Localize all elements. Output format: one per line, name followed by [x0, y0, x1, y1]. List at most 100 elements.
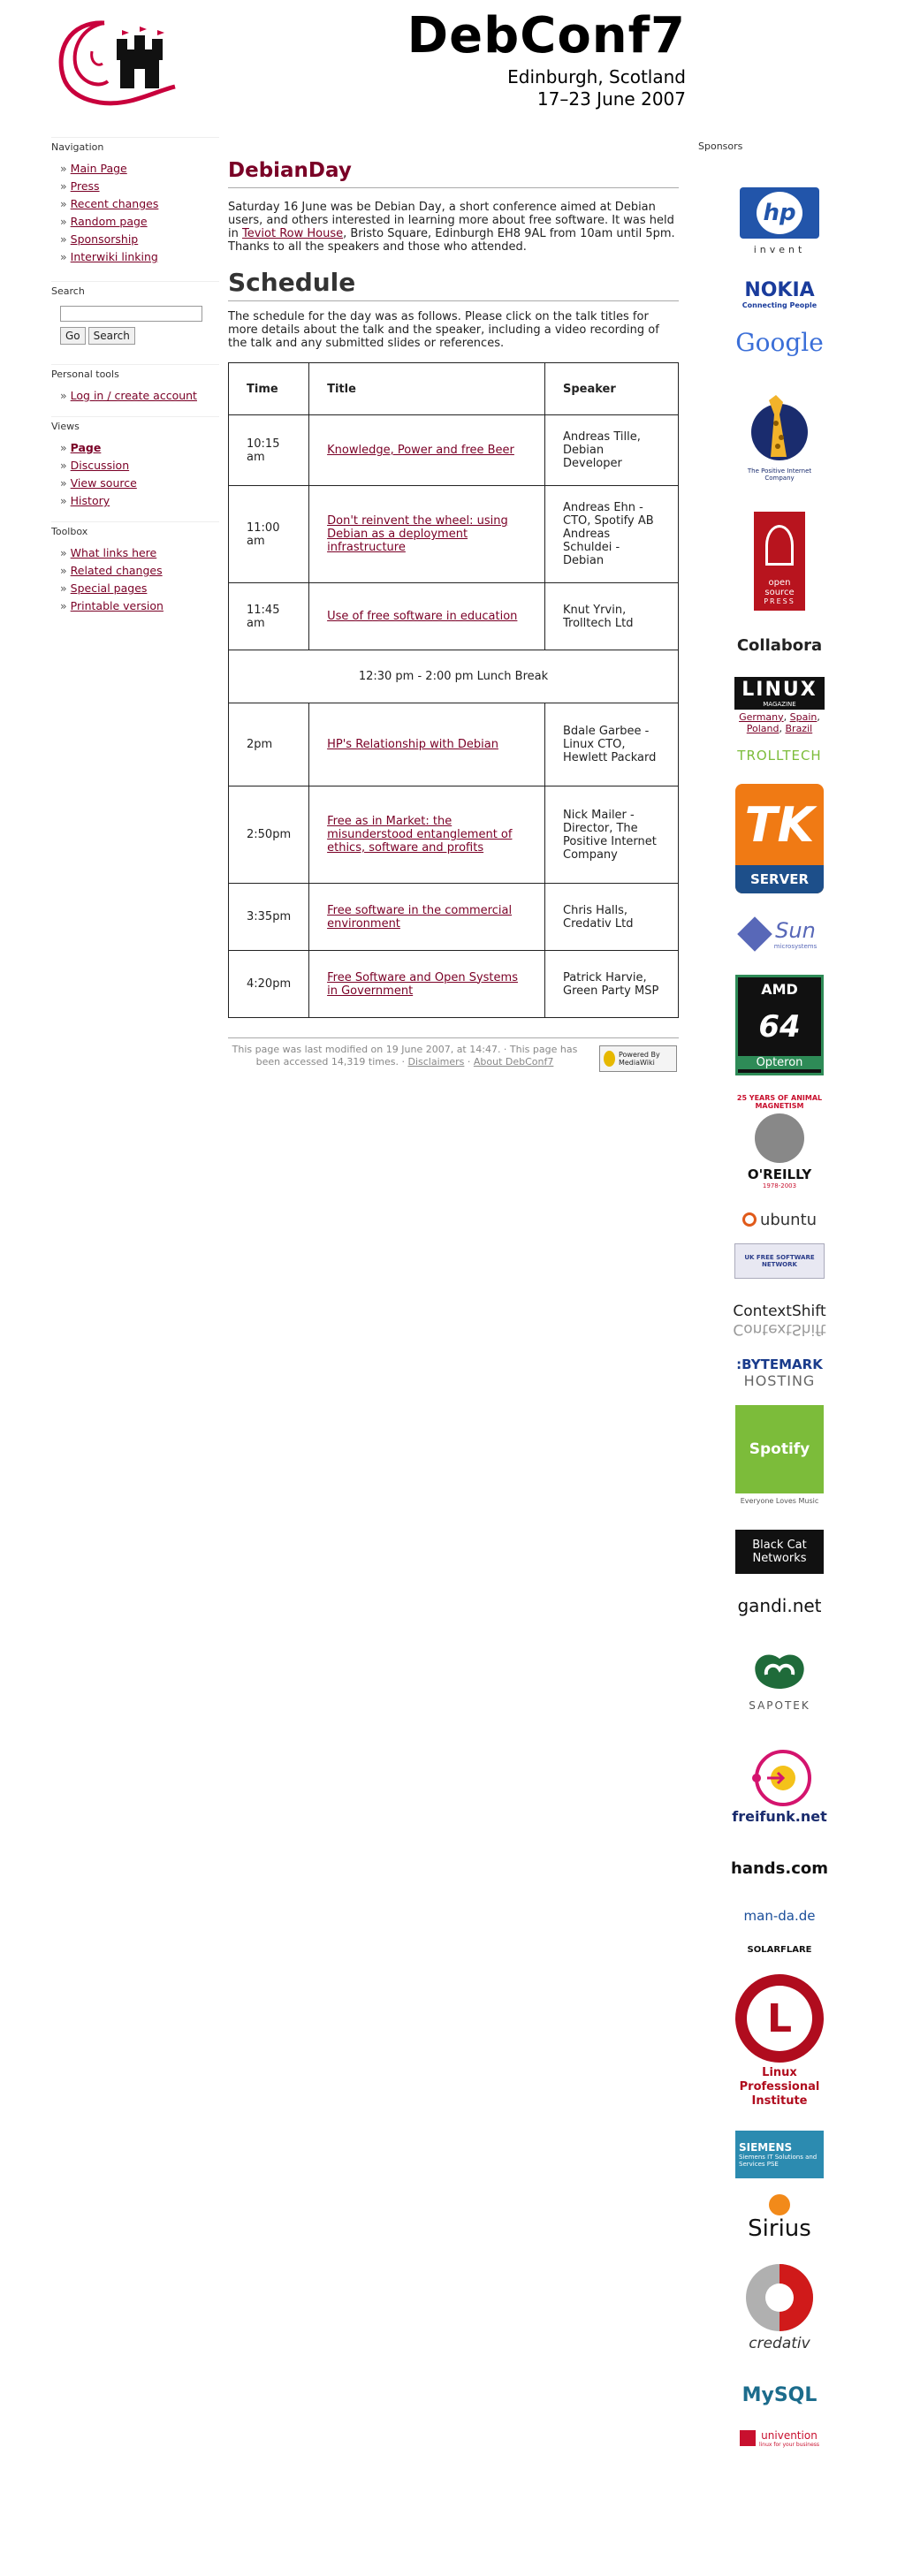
- nav-item-main-page[interactable]: Main Page: [71, 162, 127, 175]
- talk-title-link[interactable]: Knowledge, Power and free Beer: [327, 444, 514, 457]
- view-source[interactable]: View source: [71, 476, 137, 490]
- spotify-logo: Spotify: [735, 1404, 824, 1493]
- sponsor-spotify[interactable]: Spotify Everyone Loves Music: [734, 1402, 825, 1507]
- title-cell: Don't reinvent the wheel: using Debian a…: [308, 485, 545, 583]
- sponsor-mysql[interactable]: MySQL: [734, 2373, 825, 2417]
- title-cell: Free as in Market: the misunderstood ent…: [308, 786, 545, 884]
- teviot-row-house-link[interactable]: Teviot Row House: [242, 227, 343, 240]
- tool-related-changes[interactable]: Related changes: [71, 564, 163, 577]
- ukfree-text: UK FREE SOFTWARE NETWORK: [744, 1254, 815, 1268]
- sponsor-manda[interactable]: man-da.de: [734, 1903, 825, 1929]
- view-discussion[interactable]: Discussion: [71, 459, 129, 472]
- sponsor-nokia[interactable]: NOKIA Connecting People: [734, 277, 825, 312]
- linux-magazine-logo: LINUX MAGAZINE: [734, 676, 825, 710]
- sponsor-sapotek[interactable]: SAPOTEK: [734, 1639, 825, 1715]
- sponsor-amd[interactable]: AMD 64 Opteron: [734, 973, 825, 1077]
- header-time: Time: [227, 362, 310, 415]
- sponsor-gandi[interactable]: gandi.net: [734, 1590, 825, 1622]
- sponsor-sirius[interactable]: Sirius: [734, 2192, 825, 2245]
- sponsor-siemens[interactable]: SIEMENS Siemens IT Solutions and Service…: [734, 2130, 825, 2179]
- sponsor-oreilly[interactable]: 25 YEARS OF ANIMAL MAGNETISM O'REILLY 19…: [734, 1093, 825, 1190]
- debconf-logo[interactable]: [51, 16, 184, 113]
- talk-title-link[interactable]: Free Software and Open Systems in Govern…: [327, 971, 518, 998]
- lunch-break-cell: 12:30 pm - 2:00 pm Lunch Break: [228, 650, 679, 703]
- ukfree-logo: UK FREE SOFTWARE NETWORK: [734, 1243, 825, 1279]
- sponsor-contextshift[interactable]: ContextShift ContextShift: [733, 1299, 826, 1341]
- tool-printable-version[interactable]: Printable version: [71, 599, 164, 612]
- talk-title-link[interactable]: Don't reinvent the wheel: using Debian a…: [327, 514, 508, 554]
- sponsor-univention[interactable]: univention linux for your business: [734, 2424, 825, 2452]
- speaker-cell: Bdale Garbee - Linux CTO, Hewlett Packar…: [544, 703, 679, 786]
- left-sidebar: Navigation Main Page Press Recent change…: [51, 137, 219, 625]
- linux-link-poland[interactable]: Poland: [747, 723, 780, 734]
- ubuntu-text: ubuntu: [759, 1210, 818, 1229]
- linux-link-spain[interactable]: Spain: [790, 711, 818, 723]
- footer-sep: ·: [464, 1056, 474, 1068]
- sponsor-trolltech[interactable]: TROLLTECH: [734, 745, 825, 766]
- nav-item-recent-changes[interactable]: Recent changes: [71, 197, 159, 210]
- disclaimers-link[interactable]: Disclaimers: [407, 1056, 464, 1068]
- sponsor-opensource-press[interactable]: open source PRESS: [734, 508, 825, 614]
- oreilly-top: 25 YEARS OF ANIMAL MAGNETISM: [736, 1094, 823, 1110]
- sponsors-column: Sponsors hp invent NOKIA Connecting Peop…: [689, 137, 857, 2448]
- talk-title-link[interactable]: HP's Relationship with Debian: [327, 738, 498, 751]
- title-cell: Free Software and Open Systems in Govern…: [308, 950, 545, 1018]
- siemens-text: SIEMENS: [739, 2141, 793, 2154]
- credativ-text: credativ: [749, 2335, 810, 2352]
- sponsor-bytemark[interactable]: :BYTEMARK HOSTING: [734, 1355, 825, 1390]
- sponsor-sun[interactable]: Sun microsystems: [734, 913, 825, 955]
- linux-link-germany[interactable]: Germany: [739, 711, 784, 723]
- talk-title-link[interactable]: Free software in the commercial environm…: [327, 904, 512, 931]
- sponsor-tk-server[interactable]: TK SERVER: [734, 782, 825, 895]
- nav-item-random-page[interactable]: Random page: [71, 215, 148, 228]
- sponsor-hands[interactable]: hands.com: [731, 1855, 828, 1881]
- table-row: 2pm HP's Relationship with Debian Bdale Ga…: [227, 703, 679, 786]
- talk-title-link[interactable]: Use of free software in education: [327, 610, 517, 623]
- mediawiki-flower-icon: [604, 1051, 615, 1067]
- nav-item-interwiki[interactable]: Interwiki linking: [71, 250, 158, 263]
- sponsor-ukfree[interactable]: UK FREE SOFTWARE NETWORK: [734, 1243, 825, 1279]
- header-title: Title: [308, 362, 545, 415]
- nav-item-press[interactable]: Press: [71, 179, 100, 193]
- amd-64: 64: [758, 1009, 801, 1045]
- sponsor-hp[interactable]: hp invent: [734, 177, 825, 265]
- contextshift-text: ContextShift: [733, 1303, 826, 1320]
- login-link[interactable]: Log in / create account: [71, 389, 197, 402]
- go-button[interactable]: Go: [60, 327, 86, 345]
- siemens-sub: Siemens IT Solutions and Services PSE: [739, 2154, 818, 2168]
- sponsor-freifunk[interactable]: freifunk.net: [732, 1741, 827, 1829]
- press-text: PRESS: [764, 597, 795, 605]
- linux-link-brazil[interactable]: Brazil: [786, 723, 813, 734]
- main-content: DebianDay Saturday 16 June was be Debian…: [227, 159, 679, 1079]
- footer-text: This page was last modified on 19 June 2…: [228, 1044, 582, 1068]
- view-page[interactable]: Page: [71, 441, 102, 454]
- sponsor-ubuntu[interactable]: ubuntu: [734, 1206, 825, 1233]
- sponsor-solarflare[interactable]: SOLARFLARE: [734, 1940, 825, 1959]
- lpi-logo: L: [735, 1974, 824, 2063]
- time-cell: 2pm: [227, 703, 310, 786]
- tool-special-pages[interactable]: Special pages: [71, 581, 148, 595]
- search-button[interactable]: Search: [87, 327, 135, 345]
- hp-caption: invent: [753, 243, 806, 255]
- speaker-cell: Andreas Tille, Debian Developer: [544, 414, 679, 486]
- header-speaker: Speaker: [544, 362, 679, 415]
- about-link[interactable]: About DebConf7: [474, 1056, 554, 1068]
- talk-title-link[interactable]: Free as in Market: the misunderstood ent…: [327, 815, 512, 855]
- table-row: 12:30 pm - 2:00 pm Lunch Break: [228, 650, 679, 703]
- sponsor-blackcat[interactable]: Black Cat Networks: [734, 1529, 825, 1575]
- nav-item-sponsorship[interactable]: Sponsorship: [71, 232, 139, 246]
- oreilly-sub: 1978-2003: [762, 1182, 797, 1189]
- mediawiki-badge[interactable]: Powered By MediaWiki: [599, 1045, 677, 1072]
- sponsor-credativ[interactable]: credativ: [734, 2258, 825, 2355]
- view-history[interactable]: History: [71, 494, 110, 507]
- google-text: Google: [735, 327, 824, 357]
- sponsor-linux-magazine[interactable]: LINUX MAGAZINE Germany, Spain, Poland, Br…: [734, 671, 825, 740]
- page-footer: This page was last modified on 19 June 2…: [228, 1037, 679, 1079]
- sponsor-lpi[interactable]: L Linux Professional Institute: [734, 1971, 825, 2112]
- sponsor-positive[interactable]: The Positive Internet Company: [734, 386, 825, 483]
- sponsor-collabora[interactable]: Collabora: [734, 627, 825, 663]
- search-input[interactable]: [60, 306, 202, 322]
- tool-what-links-here[interactable]: What links here: [71, 546, 157, 559]
- table-row: 4:20pm Free Software and Open Systems in …: [227, 950, 679, 1018]
- sponsor-google[interactable]: Google: [734, 323, 825, 361]
